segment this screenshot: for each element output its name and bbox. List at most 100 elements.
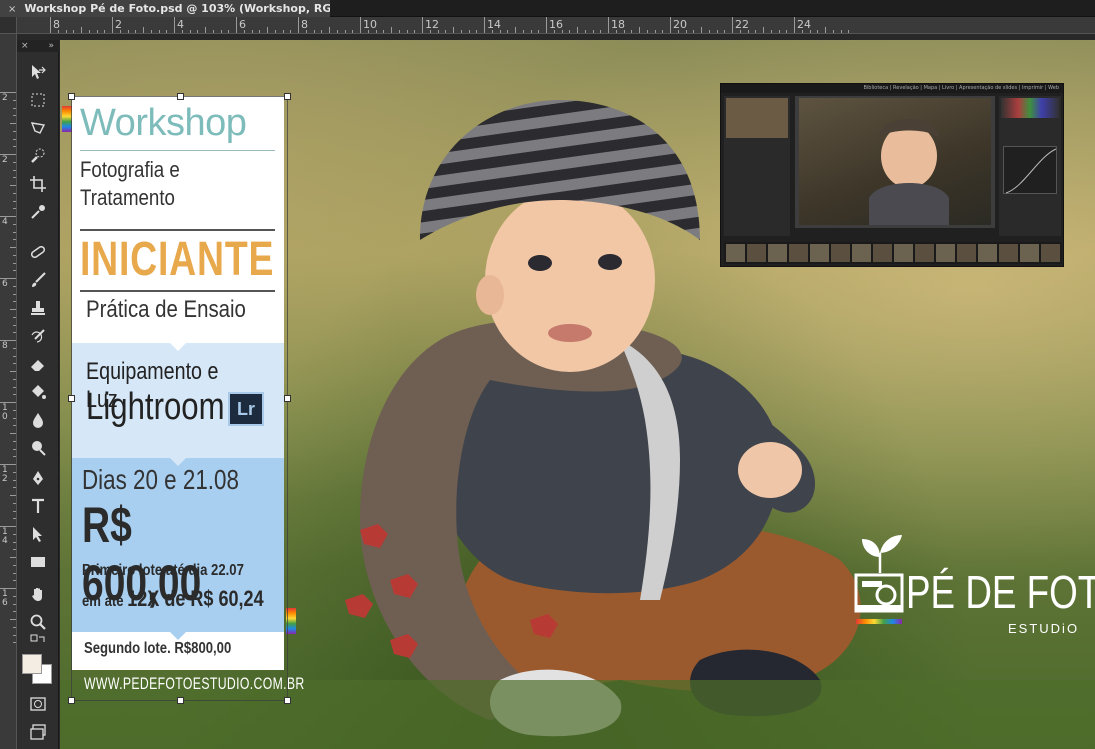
ruler-minor-tick xyxy=(158,30,160,33)
ruler-minor-tick xyxy=(553,30,555,33)
installments-prefix: em até xyxy=(82,593,124,610)
eraser-tool-icon[interactable] xyxy=(25,352,51,376)
ruler-tick xyxy=(794,17,795,33)
close-tab-icon[interactable]: × xyxy=(8,4,16,15)
filmstrip-thumb xyxy=(810,244,829,262)
ruler-minor-tick xyxy=(499,30,501,33)
type-tool-icon[interactable] xyxy=(25,494,51,518)
screen-mode-icon[interactable] xyxy=(25,720,51,744)
ruler-minor-tick xyxy=(414,30,416,33)
filmstrip-thumb xyxy=(747,244,766,262)
rectangle-tool-icon[interactable] xyxy=(25,550,51,574)
ruler-label: 6 xyxy=(2,279,8,289)
ruler-tick xyxy=(608,17,609,33)
history-brush-tool-icon[interactable] xyxy=(25,324,51,348)
move-tool-icon[interactable] xyxy=(25,60,51,84)
ruler-minor-tick xyxy=(274,30,276,33)
ruler-minor-tick xyxy=(143,27,144,33)
ruler-minor-tick xyxy=(313,30,315,33)
zoom-tool-icon[interactable] xyxy=(25,610,51,634)
ruler-label: 8 xyxy=(301,18,308,31)
ruler-minor-tick xyxy=(522,30,524,33)
marquee-tool-icon[interactable] xyxy=(25,88,51,112)
ruler-minor-tick xyxy=(10,495,16,496)
ruler-label: 8 xyxy=(53,18,60,31)
photoshop-window: × Workshop Pé de Foto.psd @ 103% (Worksho… xyxy=(0,0,1095,749)
ruler-minor-tick xyxy=(282,30,284,33)
eyedropper-tool-icon[interactable] xyxy=(25,200,51,224)
pen-tool-icon[interactable] xyxy=(25,466,51,490)
ruler-minor-tick xyxy=(747,30,749,33)
ruler-minor-tick xyxy=(530,30,532,33)
filmstrip-thumb xyxy=(894,244,913,262)
installments-value: 12X de R$ 60,24 xyxy=(127,586,264,611)
default-colors-icon[interactable] xyxy=(25,634,51,650)
logo-rainbow xyxy=(856,619,902,624)
filmstrip-thumb xyxy=(789,244,808,262)
ruler-minor-tick xyxy=(352,30,354,33)
ruler-minor-tick xyxy=(228,30,230,33)
horizontal-ruler[interactable]: 8 2 4 6 8 10 12 14 16 18 20 22 24 xyxy=(17,17,1095,34)
filmstrip-thumb xyxy=(978,244,997,262)
ruler-minor-tick xyxy=(243,30,245,33)
collapse-panel-icon[interactable]: » xyxy=(48,40,54,52)
ruler-minor-tick xyxy=(708,30,710,33)
clone-stamp-tool-icon[interactable] xyxy=(25,296,51,320)
ruler-minor-tick xyxy=(716,30,718,33)
ruler-minor-tick xyxy=(267,27,268,33)
healing-brush-tool-icon[interactable] xyxy=(25,240,51,264)
path-selection-tool-icon[interactable] xyxy=(25,522,51,546)
vertical-ruler[interactable]: 2 2 4 6 8 10 12 14 16 xyxy=(0,34,17,749)
filmstrip-thumb xyxy=(768,244,787,262)
document-tab[interactable]: × Workshop Pé de Foto.psd @ 103% (Worksho… xyxy=(0,0,330,17)
lasso-tool-icon[interactable] xyxy=(25,116,51,140)
filmstrip-thumb xyxy=(1020,244,1039,262)
divider xyxy=(80,290,275,292)
ruler-minor-tick xyxy=(212,30,214,33)
close-panel-icon[interactable]: × xyxy=(21,40,29,52)
lightroom-screenshot: Biblioteca | Revelação | Mapa | Livro | … xyxy=(720,83,1064,267)
filmstrip-thumb xyxy=(852,244,871,262)
document-tab-title: Workshop Pé de Foto.psd @ 103% (Workshop… xyxy=(24,2,330,15)
ruler-minor-tick xyxy=(205,27,206,33)
ruler-minor-tick xyxy=(10,371,16,372)
ruler-minor-tick xyxy=(654,30,656,33)
ruler-minor-tick xyxy=(127,30,129,33)
dodge-tool-icon[interactable] xyxy=(25,436,51,460)
ruler-minor-tick xyxy=(584,30,586,33)
quick-selection-tool-icon[interactable] xyxy=(25,144,51,168)
document-canvas[interactable]: Workshop Fotografia e Tratamento INICIAN… xyxy=(60,40,1095,749)
section-notch xyxy=(168,341,188,351)
blur-tool-icon[interactable] xyxy=(25,408,51,432)
hand-tool-icon[interactable] xyxy=(25,582,51,606)
crop-tool-icon[interactable] xyxy=(25,172,51,196)
ruler-minor-tick xyxy=(491,30,493,33)
filmstrip-thumb xyxy=(873,244,892,262)
ruler-minor-tick xyxy=(817,30,819,33)
ruler-label: 12 xyxy=(2,465,8,484)
ruler-minor-tick xyxy=(10,247,16,248)
ruler-minor-tick xyxy=(197,30,199,33)
ruler-minor-tick xyxy=(515,27,516,33)
flyer-level: INICIANTE xyxy=(80,233,275,286)
ruler-minor-tick xyxy=(166,30,168,33)
ruler-minor-tick xyxy=(367,30,369,33)
flyer-subtitle: Fotografia e Tratamento xyxy=(80,156,180,212)
flyer-subtitle-line1: Fotografia e xyxy=(80,157,180,182)
pe-de-foto-logo: PÉ DE FOTO ESTUDiO xyxy=(850,535,1095,636)
paint-bucket-tool-icon[interactable] xyxy=(25,380,51,404)
quick-mask-icon[interactable] xyxy=(25,692,51,716)
ruler-minor-tick xyxy=(10,185,16,186)
ruler-label: 10 xyxy=(2,403,8,422)
brush-tool-icon[interactable] xyxy=(25,268,51,292)
ruler-label: 2 xyxy=(2,155,8,165)
ruler-minor-tick xyxy=(344,30,346,33)
ruler-minor-tick xyxy=(119,30,121,33)
foreground-color-swatch[interactable] xyxy=(22,654,42,674)
ruler-minor-tick xyxy=(104,30,106,33)
ruler-minor-tick xyxy=(685,30,687,33)
ruler-minor-tick xyxy=(88,30,90,33)
flyer-panel[interactable]: Workshop Fotografia e Tratamento INICIAN… xyxy=(72,96,284,670)
ruler-minor-tick xyxy=(406,30,408,33)
ruler-minor-tick xyxy=(135,30,137,33)
